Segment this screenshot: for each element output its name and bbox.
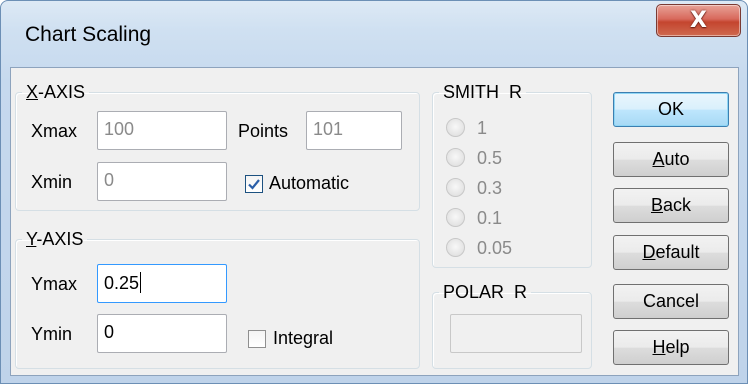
polar-r-input[interactable] [450, 314, 582, 353]
smith-radio-0.3[interactable] [446, 178, 465, 197]
points-label: Points [238, 121, 289, 141]
xmin-input[interactable]: 0 [97, 162, 227, 201]
auto-button[interactable]: Auto [613, 142, 729, 177]
cancel-button[interactable]: Cancel [613, 284, 729, 319]
smith-option-0.5: 0.5 [477, 148, 503, 168]
smith-option-0.3: 0.3 [477, 178, 503, 198]
chart-scaling-dialog: Chart Scaling X X-AXIS Xmax 100 Points 1… [0, 0, 748, 384]
smith-radio-1[interactable] [446, 118, 465, 137]
default-button[interactable]: Default [613, 235, 729, 270]
polar-r-legend: POLAR R [443, 282, 528, 302]
integral-checkbox[interactable] [248, 330, 266, 348]
smith-radio-0.1[interactable] [446, 208, 465, 227]
y-axis-legend: Y-AXIS [26, 229, 84, 249]
dialog-client-area: X-AXIS Xmax 100 Points 101 Xmin 0 Automa… [10, 67, 739, 376]
checkmark-icon [248, 179, 260, 190]
smith-option-1: 1 [477, 118, 488, 138]
text-caret [140, 272, 142, 293]
ymin-label: Ymin [31, 324, 73, 344]
automatic-checkbox[interactable] [245, 175, 263, 193]
ymin-input[interactable]: 0 [97, 314, 227, 353]
xmax-label: Xmax [31, 121, 78, 141]
ymax-input[interactable]: 0.25 [97, 264, 227, 303]
back-button[interactable]: Back [613, 188, 729, 223]
xmax-input[interactable]: 100 [97, 111, 227, 150]
close-button[interactable]: X [656, 4, 741, 37]
xmin-label: Xmin [31, 172, 73, 192]
smith-r-legend: SMITH R [443, 82, 522, 102]
ymax-label: Ymax [31, 274, 78, 294]
points-input[interactable]: 101 [306, 111, 402, 150]
automatic-label: Automatic [269, 173, 350, 193]
x-axis-legend: X-AXIS [26, 82, 86, 102]
integral-label: Integral [273, 328, 334, 348]
smith-radio-0.5[interactable] [446, 148, 465, 167]
ok-button[interactable]: OK [613, 92, 729, 127]
close-icon: X [690, 8, 707, 33]
smith-radio-0.05[interactable] [446, 238, 465, 257]
smith-option-0.05: 0.05 [477, 238, 513, 258]
help-button[interactable]: Help [613, 330, 729, 365]
smith-option-0.1: 0.1 [477, 208, 503, 228]
dialog-title: Chart Scaling [25, 23, 152, 46]
